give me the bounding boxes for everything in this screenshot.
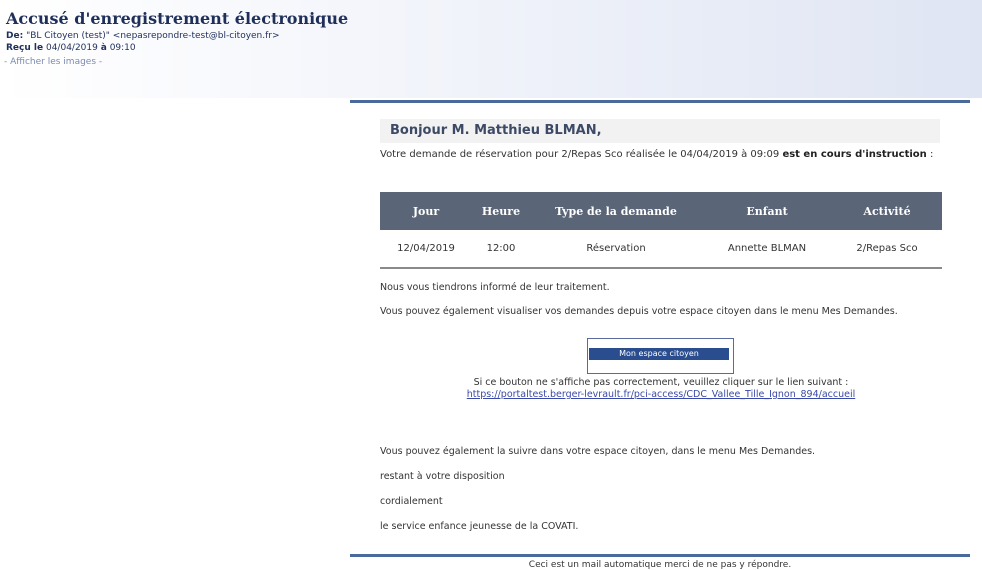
cell-heure: 12:00	[472, 230, 530, 269]
email-subject: Accusé d'enregistrement électronique	[6, 9, 349, 28]
fallback-link[interactable]: https://portaltest.berger-levrault.fr/pc…	[380, 389, 942, 400]
column-header-jour: Jour	[380, 192, 472, 230]
content-bottom-divider	[350, 554, 970, 557]
request-table: Jour Heure Type de la demande Enfant Act…	[380, 192, 942, 269]
column-header-heure: Heure	[472, 192, 530, 230]
column-header-activite: Activité	[832, 192, 942, 230]
cell-jour: 12/04/2019	[380, 230, 472, 269]
show-images-link[interactable]: - Afficher les images -	[4, 57, 102, 67]
sender-value: "BL Citoyen (test)" <nepasrepondre-test@…	[26, 31, 280, 41]
sender-line: De: "BL Citoyen (test)" <nepasrepondre-t…	[6, 31, 280, 41]
regards-text: cordialement	[380, 496, 443, 507]
received-time: 09:10	[109, 43, 136, 53]
received-date: 04/04/2019	[45, 43, 98, 53]
sender-label: De:	[6, 31, 24, 41]
content-top-divider	[350, 100, 970, 103]
column-header-enfant: Enfant	[702, 192, 832, 230]
cell-activite: 2/Repas Sco	[832, 230, 942, 269]
received-label: Reçu le	[6, 43, 44, 53]
intro-end: :	[926, 149, 934, 160]
table-row: 12/04/2019 12:00 Réservation Annette BLM…	[380, 230, 942, 269]
greeting-bar: Bonjour M. Matthieu BLMAN,	[380, 119, 940, 143]
intro-text: Votre demande de réservation pour 2/Repa…	[380, 149, 780, 160]
available-text: restant à votre disposition	[380, 471, 505, 482]
received-line: Reçu le 04/04/2019 à 09:10	[6, 43, 136, 53]
received-at-label: à	[100, 43, 107, 53]
citizen-space-button[interactable]: Mon espace citoyen	[589, 348, 729, 360]
visualize-text: Vous pouvez également visualiser vos dem…	[380, 306, 898, 317]
signature-text: le service enfance jeunesse de la COVATI…	[380, 521, 579, 532]
cell-enfant: Annette BLMAN	[702, 230, 832, 269]
intro-paragraph: Votre demande de réservation pour 2/Repa…	[380, 148, 942, 161]
column-header-type: Type de la demande	[530, 192, 702, 230]
follow-text: Vous pouvez également la suivre dans vot…	[380, 446, 816, 457]
greeting: Bonjour M. Matthieu BLMAN,	[390, 123, 602, 138]
intro-status: est en cours d'instruction	[782, 149, 927, 160]
automatic-mail-footer: Ceci est un mail automatique merci de ne…	[528, 560, 792, 570]
fallback-note: Si ce bouton ne s'affiche pas correcteme…	[473, 377, 849, 388]
cell-type: Réservation	[530, 230, 702, 269]
table-header-row: Jour Heure Type de la demande Enfant Act…	[380, 192, 942, 230]
inform-text: Nous vous tiendrons informé de leur trai…	[380, 282, 610, 293]
